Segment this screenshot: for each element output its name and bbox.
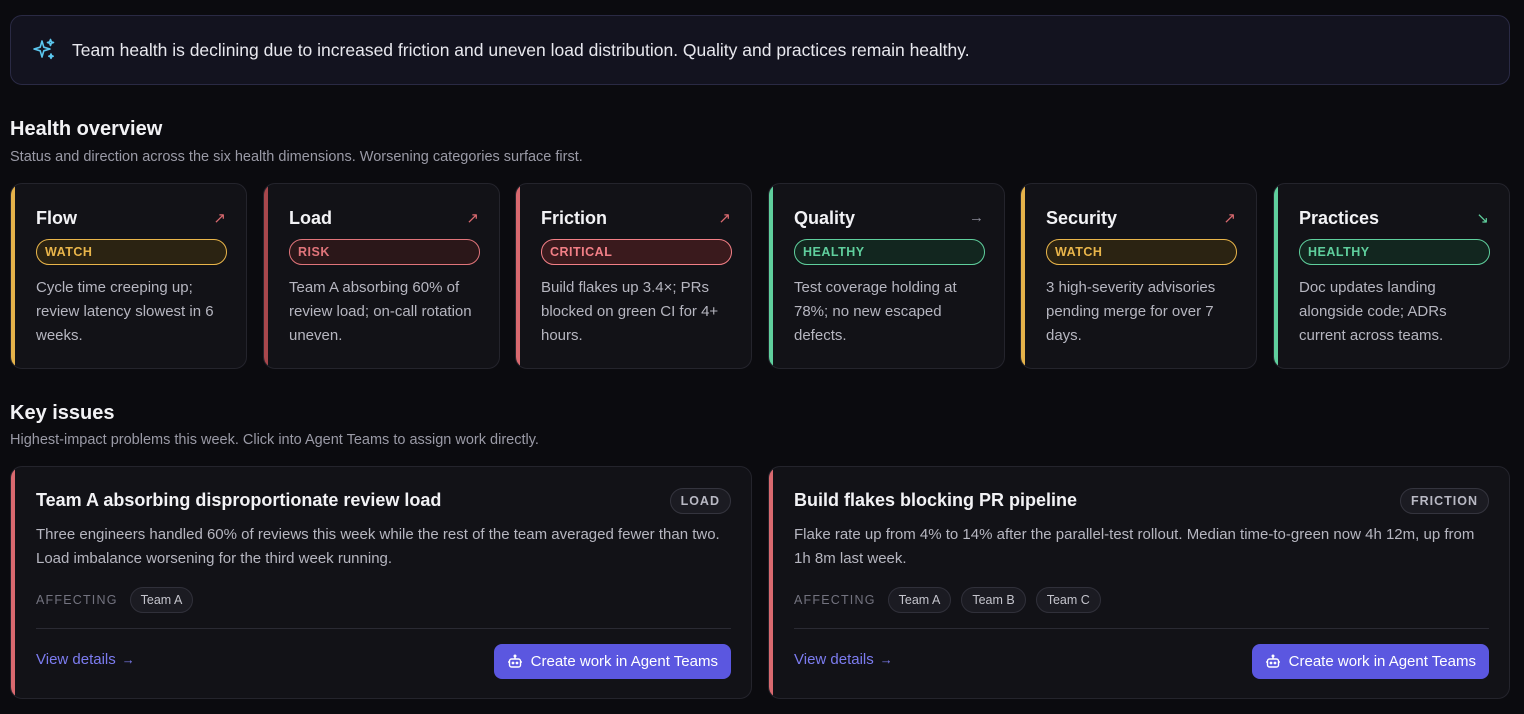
affecting-label: AFFECTING — [794, 593, 876, 607]
health-overview-subtitle: Status and direction across the six heal… — [10, 149, 583, 165]
trend-down-icon: ↘ — [1476, 210, 1489, 227]
summary-banner: Team health is declining due to increase… — [10, 15, 1510, 85]
issue-description: Flake rate up from 4% to 14% after the p… — [794, 526, 1475, 567]
status-badge: RISK — [289, 239, 480, 265]
card-accent — [264, 184, 268, 368]
create-work-button[interactable]: Create work in Agent Teams — [1251, 644, 1489, 679]
issue-category-tag: FRICTION — [1399, 488, 1489, 514]
issue-accent — [11, 467, 15, 698]
trend-up-icon: ↗ — [718, 210, 731, 227]
trend-up-icon: ↗ — [213, 210, 226, 227]
card-accent — [1021, 184, 1025, 368]
create-work-label: Create work in Agent Teams — [530, 653, 718, 670]
issue-card-friction: Build flakes blocking PR pipeline FRICTI… — [768, 466, 1510, 699]
arrow-right-icon: → — [121, 652, 135, 667]
health-overview-title: Health overview — [10, 118, 163, 140]
view-details-link[interactable]: View details → — [794, 651, 893, 668]
issue-category-tag: LOAD — [669, 488, 731, 514]
status-badge: WATCH — [36, 239, 227, 265]
card-description: Doc updates landing alongside code; ADRs… — [1299, 279, 1447, 344]
status-badge: WATCH — [1046, 239, 1237, 265]
status-badge: CRITICAL — [541, 239, 732, 265]
card-description: Cycle time creeping up; review latency s… — [36, 279, 214, 344]
card-name: Friction — [541, 208, 607, 228]
divider — [36, 628, 731, 629]
card-name: Load — [289, 208, 332, 228]
divider — [794, 628, 1489, 629]
health-card-load[interactable]: Load ↗ RISK Team A absorbing 60% of revi… — [263, 183, 500, 369]
card-accent — [11, 184, 15, 368]
issue-title: Team A absorbing disproportionate review… — [36, 490, 442, 510]
trend-up-icon: ↗ — [466, 210, 479, 227]
status-badge: HEALTHY — [1299, 239, 1490, 265]
trend-up-icon: ↗ — [1223, 210, 1236, 227]
card-accent — [1274, 184, 1278, 368]
card-name: Security — [1046, 208, 1118, 228]
health-card-practices[interactable]: Practices ↘ HEALTHY Doc updates landing … — [1273, 183, 1510, 369]
bot-icon — [507, 654, 523, 670]
card-accent — [769, 184, 773, 368]
issue-accent — [769, 467, 773, 698]
card-description: 3 high-severity advisories pending merge… — [1046, 279, 1216, 344]
affecting-row: AFFECTING Team A Team B Team C — [794, 587, 1111, 613]
card-accent — [516, 184, 520, 368]
health-card-flow[interactable]: Flow ↗ WATCH Cycle time creeping up; rev… — [10, 183, 247, 369]
issue-card-load: Team A absorbing disproportionate review… — [10, 466, 752, 699]
team-chip: Team A — [887, 587, 952, 613]
health-card-friction[interactable]: Friction ↗ CRITICAL Build flakes up 3.4×… — [515, 183, 752, 369]
health-card-quality[interactable]: Quality → HEALTHY Test coverage holding … — [768, 183, 1005, 369]
view-details-label: View details — [36, 651, 116, 668]
health-cards: Flow ↗ WATCH Cycle time creeping up; rev… — [10, 183, 1510, 369]
create-work-button[interactable]: Create work in Agent Teams — [493, 644, 731, 679]
view-details-label: View details — [794, 651, 874, 668]
card-name: Quality — [794, 208, 856, 228]
affecting-label: AFFECTING — [36, 593, 118, 607]
bot-icon — [1265, 654, 1281, 670]
view-details-link[interactable]: View details → — [36, 651, 135, 668]
arrow-right-icon: → — [879, 652, 893, 667]
banner-text: Team health is declining due to increase… — [72, 39, 970, 60]
key-issues-title: Key issues — [10, 402, 115, 424]
affecting-row: AFFECTING Team A — [36, 587, 203, 613]
team-chip: Team B — [961, 587, 1026, 613]
issue-description: Three engineers handled 60% of reviews t… — [36, 526, 720, 567]
create-work-label: Create work in Agent Teams — [1288, 653, 1476, 670]
sparkles-icon — [31, 37, 57, 63]
trend-flat-icon: → — [969, 209, 984, 226]
card-name: Practices — [1299, 208, 1380, 228]
card-description: Test coverage holding at 78%; no new esc… — [794, 279, 957, 344]
issue-title: Build flakes blocking PR pipeline — [794, 490, 1078, 510]
key-issues-subtitle: Highest-impact problems this week. Click… — [10, 432, 539, 448]
status-badge: HEALTHY — [794, 239, 985, 265]
card-description: Build flakes up 3.4×; PRs blocked on gre… — [541, 279, 719, 344]
team-chip: Team C — [1035, 587, 1101, 613]
card-description: Team A absorbing 60% of review load; on-… — [289, 279, 472, 344]
card-name: Flow — [36, 208, 77, 228]
team-chip: Team A — [129, 587, 194, 613]
page: Team health is declining due to increase… — [0, 0, 1524, 714]
health-card-security[interactable]: Security ↗ WATCH 3 high-severity advisor… — [1020, 183, 1257, 369]
